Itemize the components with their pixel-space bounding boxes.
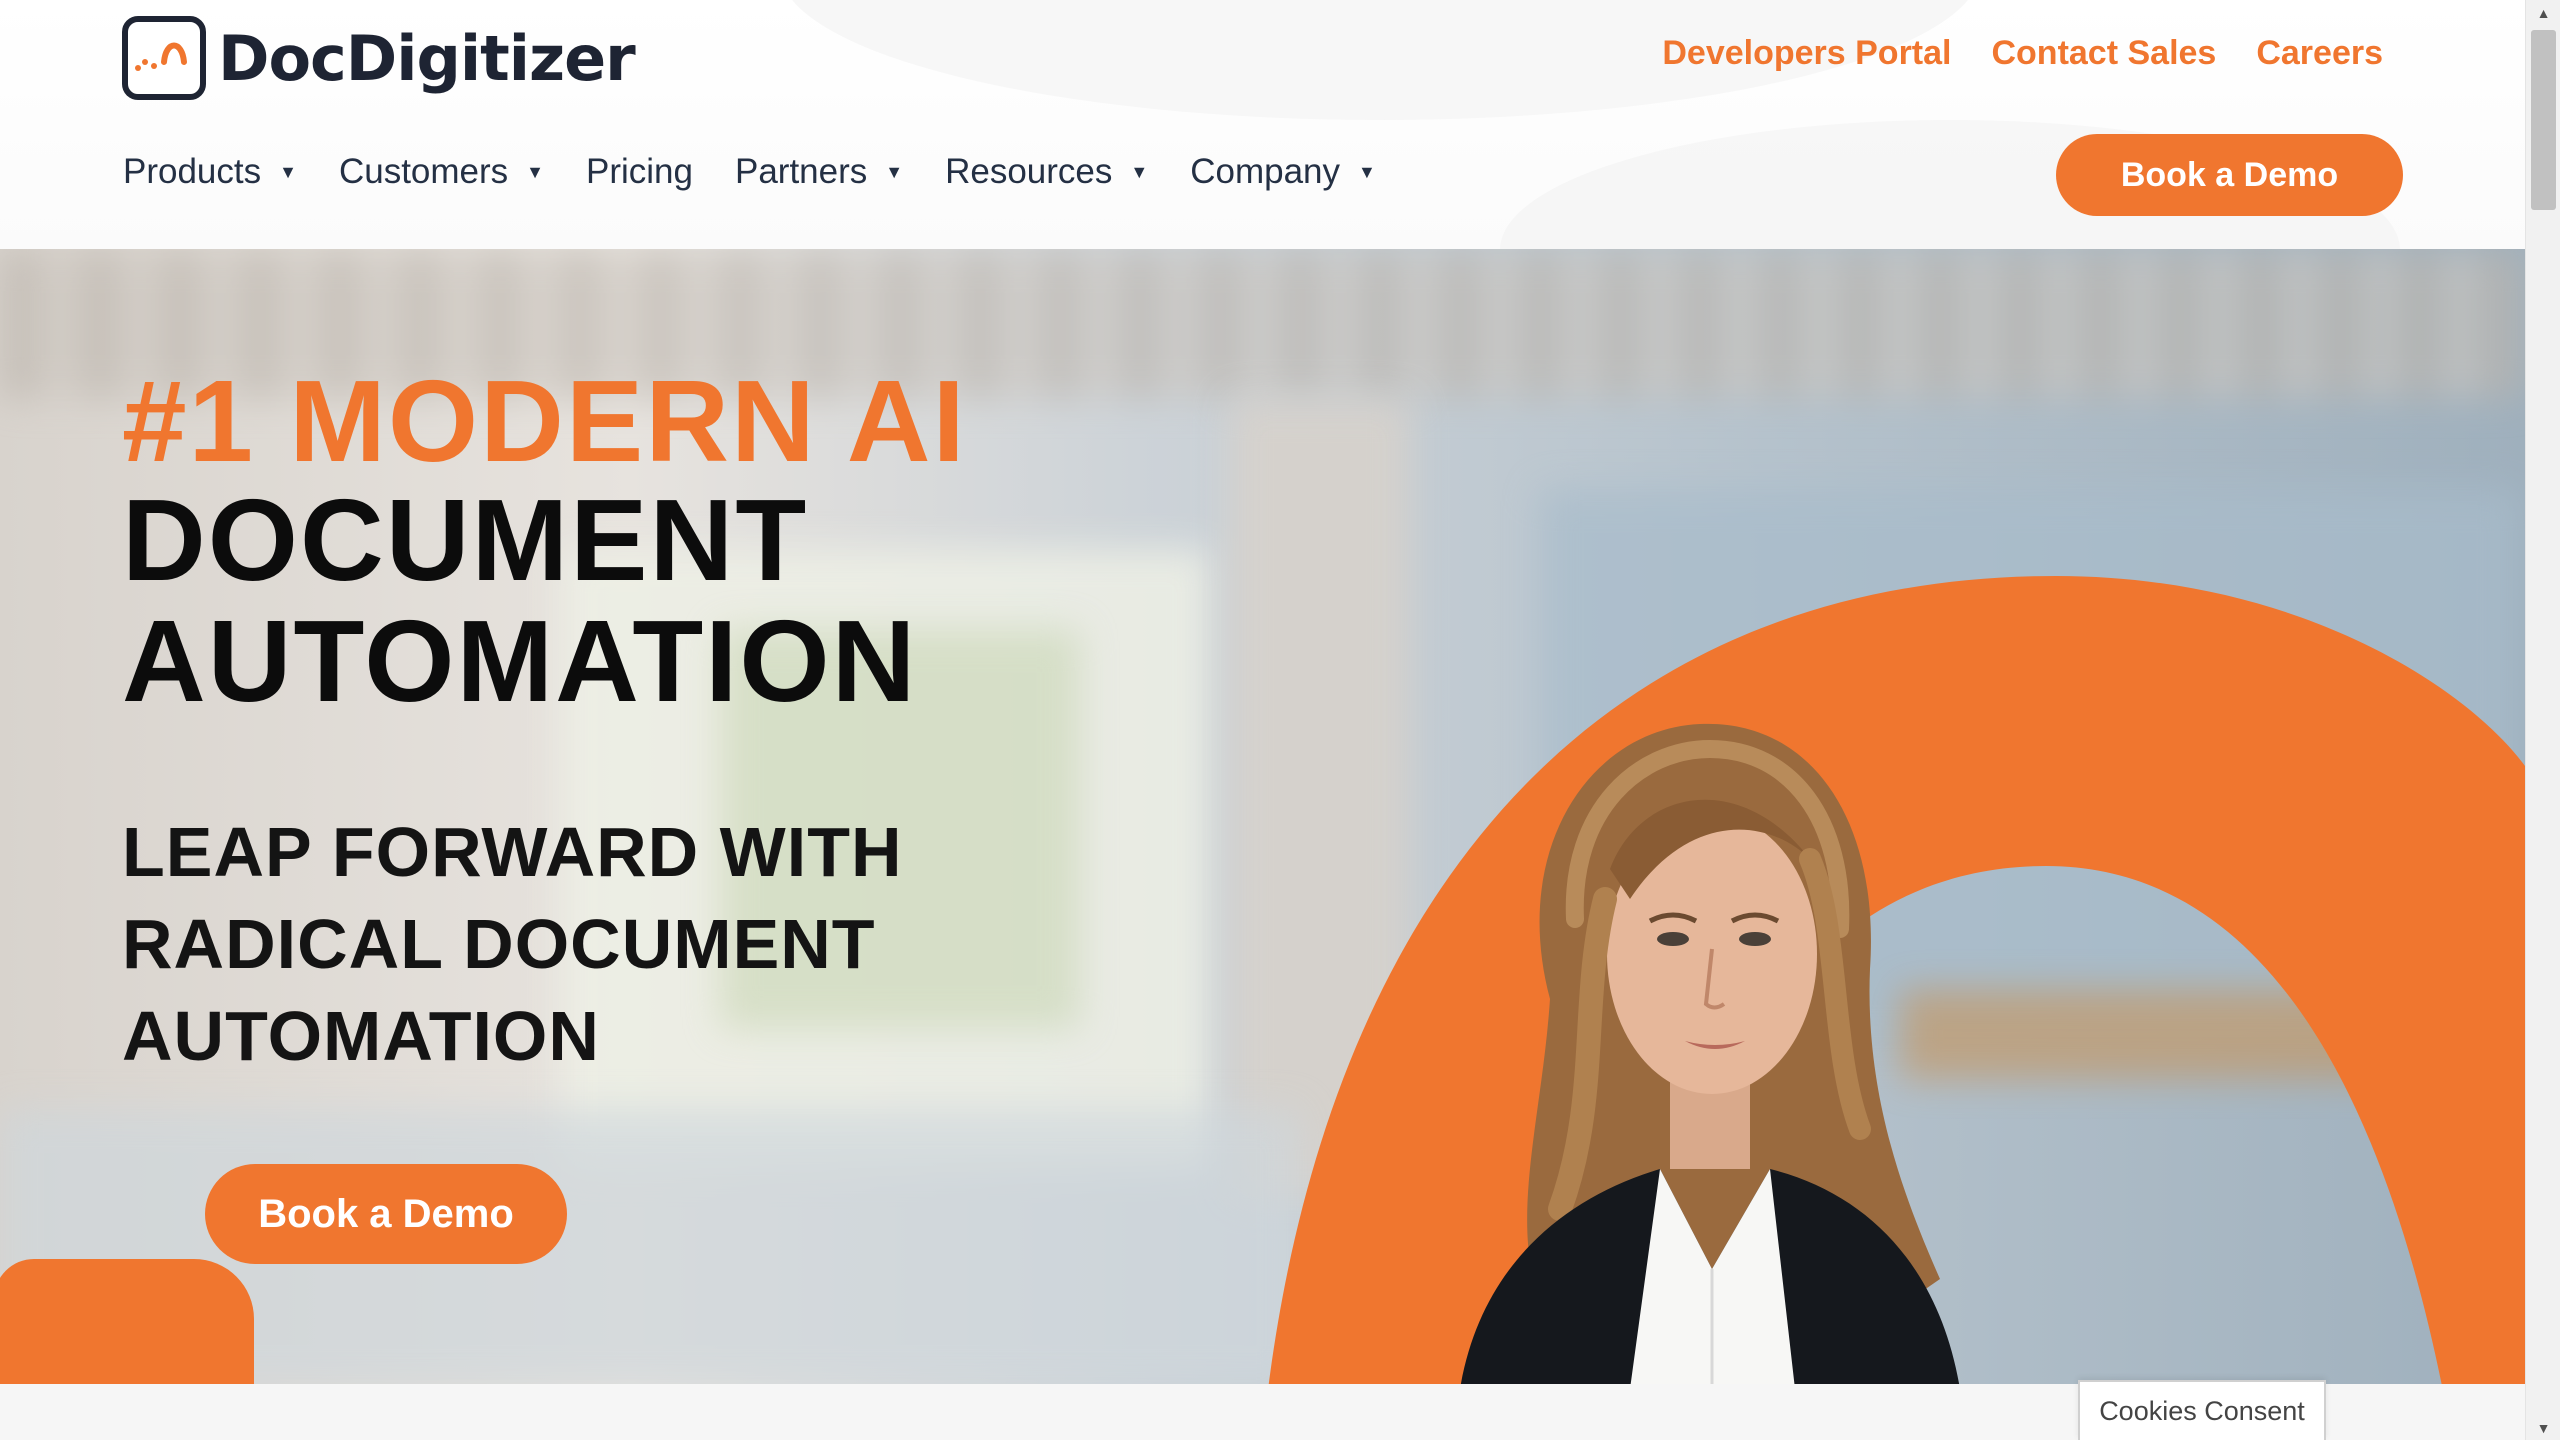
contact-sales-link[interactable]: Contact Sales <box>1991 34 2216 73</box>
developers-portal-link[interactable]: Developers Portal <box>1662 34 1951 73</box>
scroll-down-arrow-icon[interactable]: ▼ <box>2526 1415 2560 1440</box>
top-links: Developers Portal Contact Sales Careers <box>1662 34 2383 73</box>
cookies-consent-tab[interactable]: Cookies Consent <box>2078 1380 2326 1440</box>
nav-item-label: Resources <box>945 152 1113 191</box>
page-viewport: DocDigitizer Developers Portal Contact S… <box>0 0 2525 1440</box>
nav-item-products[interactable]: Products ▼ <box>123 152 297 192</box>
hero-title-line: AUTOMATION <box>122 596 918 726</box>
book-demo-header-button[interactable]: Book a Demo <box>2056 134 2403 216</box>
hero-subtitle-line: LEAP FORWARD WITH <box>122 813 903 891</box>
hero-title-accent: #1 MODERN AI <box>122 356 967 486</box>
woman-portrait-image <box>1460 723 1960 1384</box>
caret-down-icon: ▼ <box>1358 161 1376 182</box>
book-demo-hero-button[interactable]: Book a Demo <box>205 1164 567 1264</box>
site-header: DocDigitizer Developers Portal Contact S… <box>0 0 2525 249</box>
nav-item-pricing[interactable]: Pricing <box>586 152 693 192</box>
nav-item-partners[interactable]: Partners ▼ <box>735 152 903 192</box>
nav-item-label: Company <box>1190 152 1341 191</box>
nav-item-label: Products <box>123 152 262 191</box>
nav-item-resources[interactable]: Resources ▼ <box>945 152 1148 192</box>
site-logo[interactable]: DocDigitizer <box>122 16 636 100</box>
brand-name: DocDigitizer <box>218 21 636 95</box>
caret-down-icon: ▼ <box>885 161 904 182</box>
caret-down-icon: ▼ <box>1130 161 1149 182</box>
nav-item-label: Customers <box>338 152 509 191</box>
nav-item-label: Pricing <box>586 152 693 191</box>
docdigitizer-logo-icon <box>122 16 206 100</box>
nav-item-label: Partners <box>734 152 868 191</box>
hero-subtitle-line: AUTOMATION <box>122 997 600 1075</box>
hero-title-line: DOCUMENT <box>122 475 809 605</box>
scrollbar-thumb[interactable] <box>2531 30 2556 210</box>
nav-item-customers[interactable]: Customers ▼ <box>339 152 544 192</box>
careers-link[interactable]: Careers <box>2256 34 2383 73</box>
vertical-scrollbar[interactable]: ▲ ▼ <box>2525 0 2560 1440</box>
decorative-orange-shape <box>0 1259 254 1384</box>
caret-down-icon: ▼ <box>526 161 544 182</box>
hero-subtitle-line: RADICAL DOCUMENT <box>122 905 876 983</box>
main-navigation: Products ▼ Customers ▼ Pricing Partners … <box>123 152 1418 192</box>
scroll-up-arrow-icon[interactable]: ▲ <box>2526 0 2560 25</box>
nav-item-company[interactable]: Company ▼ <box>1190 152 1376 192</box>
hero-section: #1 MODERN AI DOCUMENT AUTOMATION LEAP FO… <box>0 249 2525 1384</box>
caret-down-icon: ▼ <box>279 161 297 182</box>
